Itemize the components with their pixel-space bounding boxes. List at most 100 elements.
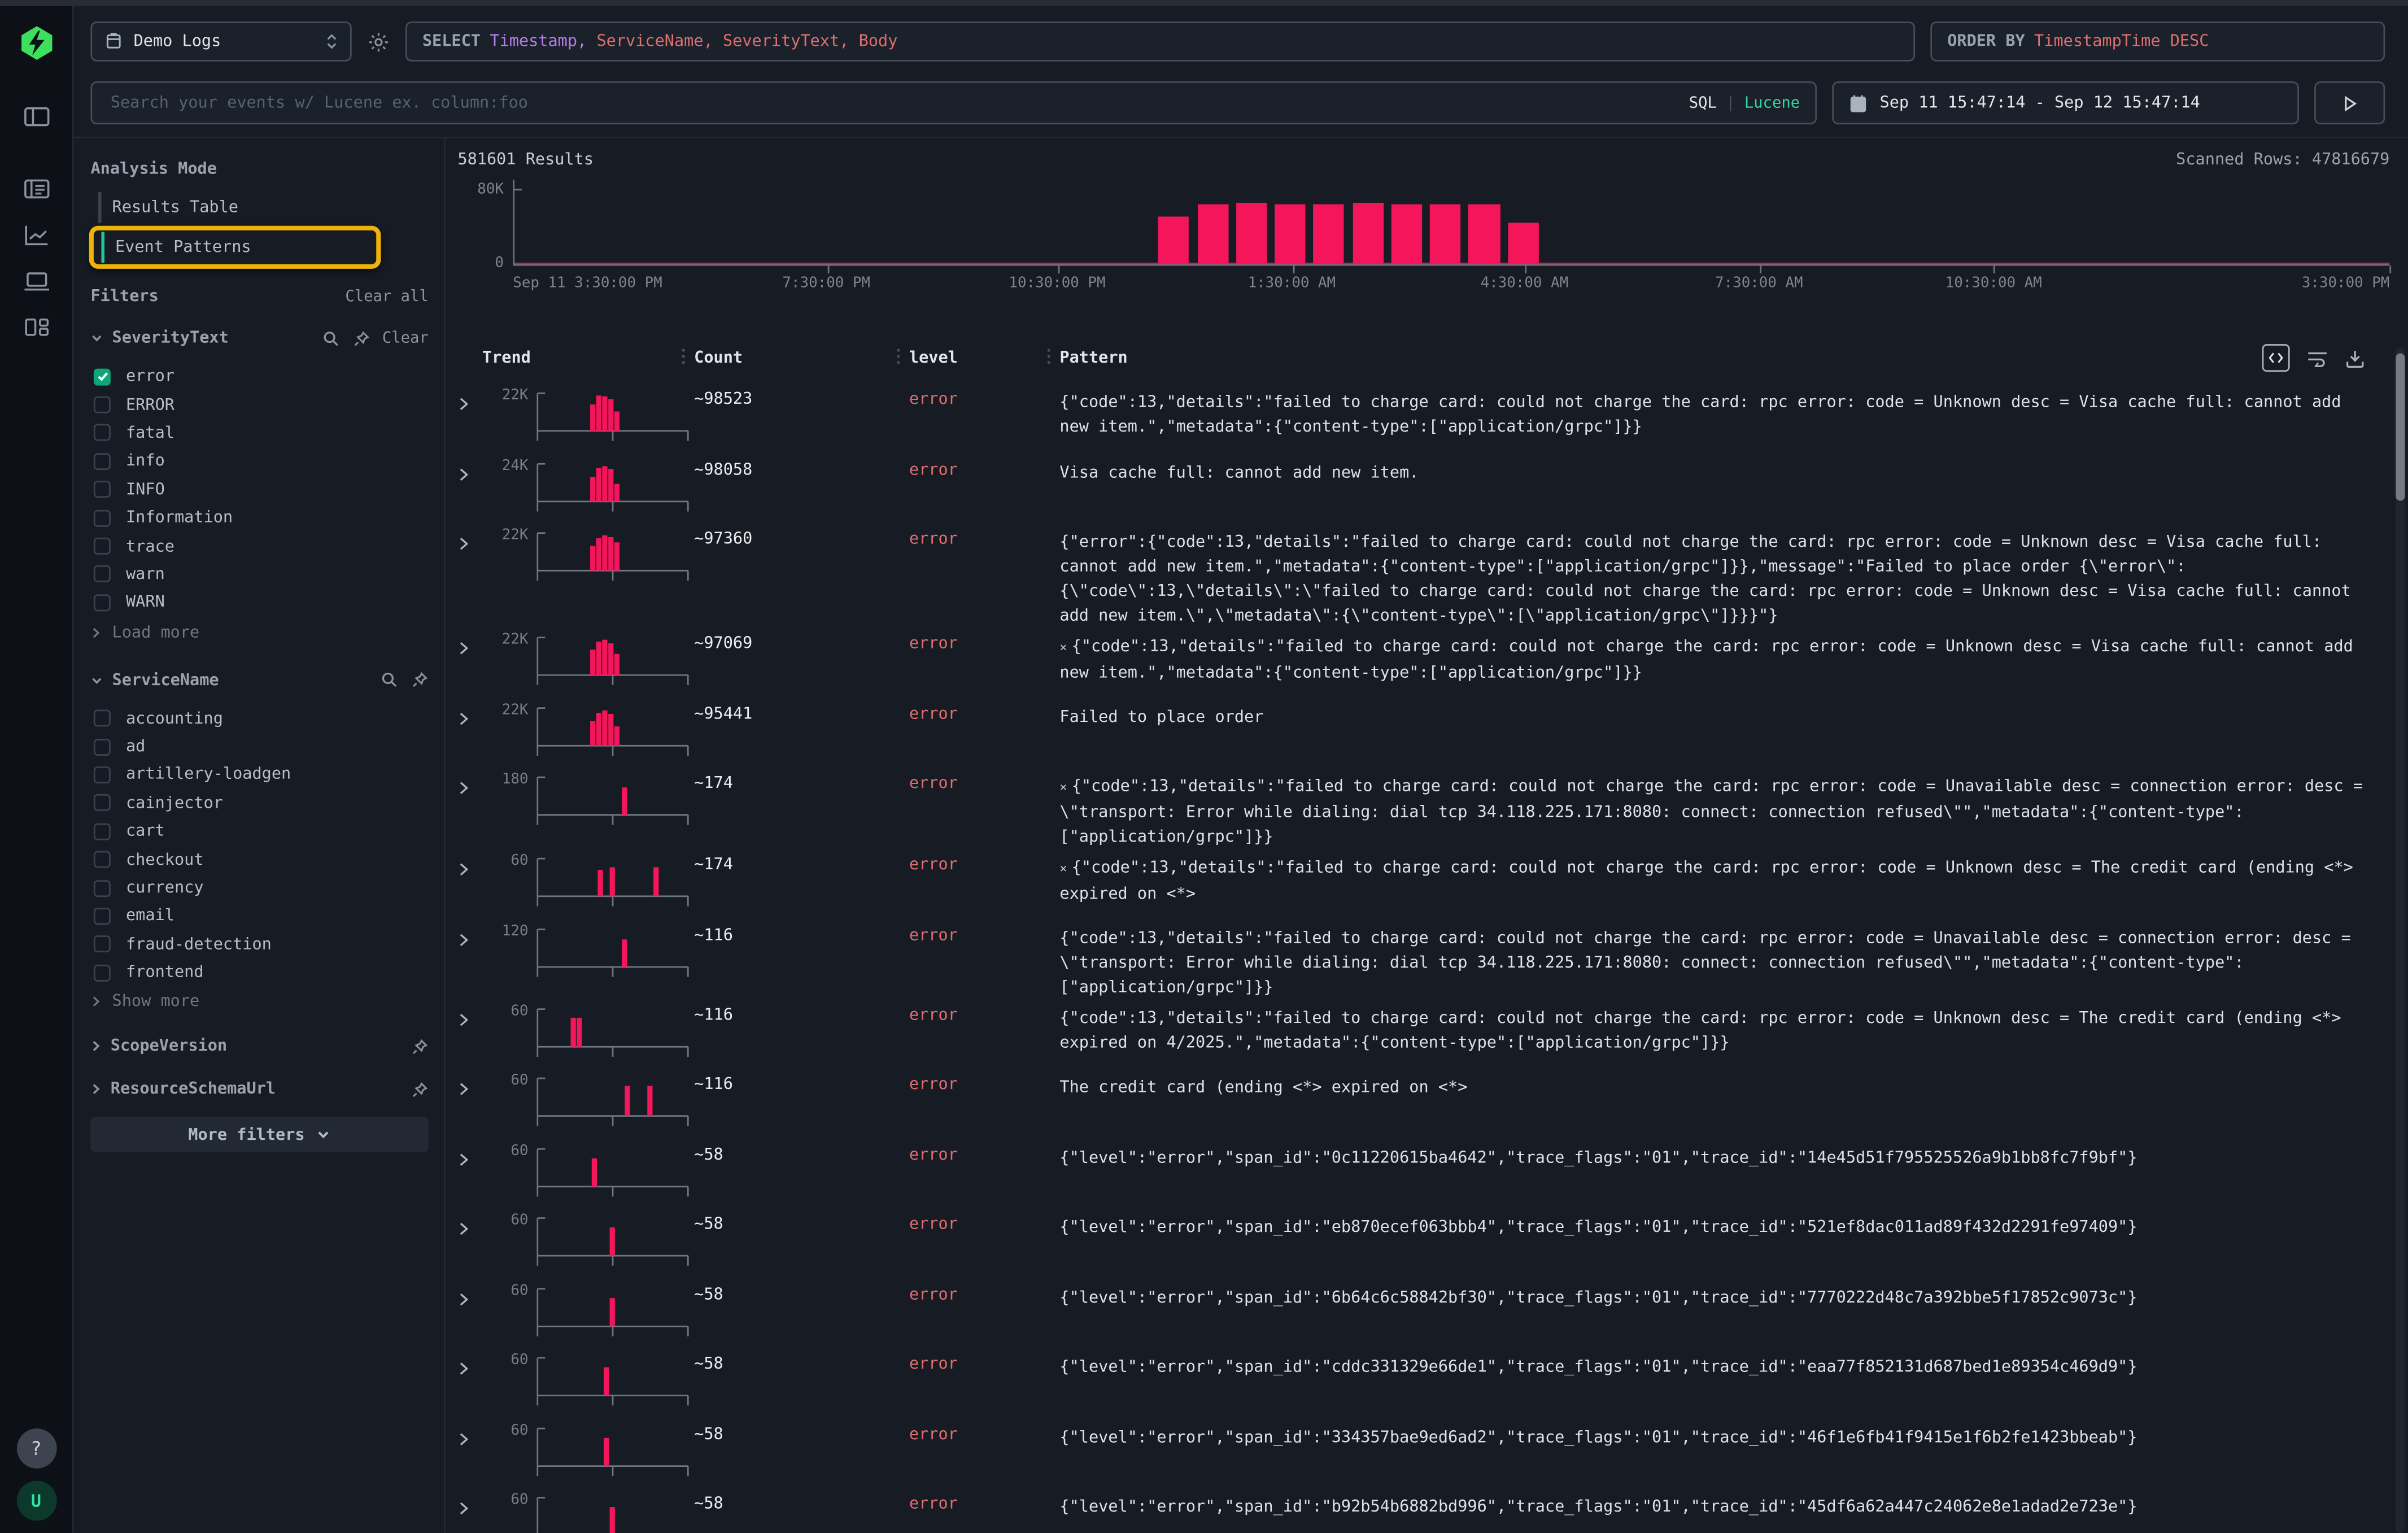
filter-group-severitytext[interactable]: SeverityText Clear (90, 326, 428, 351)
dashboards-icon[interactable] (21, 312, 51, 342)
hyperdx-logo-icon[interactable] (18, 25, 54, 62)
checkbox[interactable] (94, 766, 111, 783)
checkbox[interactable] (94, 738, 111, 755)
chevron-down-icon[interactable] (90, 332, 103, 344)
pattern-text[interactable]: Visa cache full: cannot add new item. (1059, 454, 2389, 485)
checkbox[interactable] (94, 509, 111, 526)
pattern-text[interactable]: {"code":13,"details":"failed to charge c… (1059, 920, 2389, 999)
column-header-count[interactable]: Count (694, 349, 909, 367)
help-button[interactable]: ? (16, 1429, 56, 1469)
pattern-text[interactable]: {"error":{"code":13,"details":"failed to… (1059, 524, 2389, 628)
search-icon[interactable] (322, 329, 339, 346)
checkbox[interactable] (94, 425, 111, 442)
filter-group-scopeversion[interactable]: ScopeVersion (90, 1034, 428, 1059)
filter-option-error[interactable]: error (94, 363, 429, 391)
histogram-bar[interactable] (1236, 203, 1267, 264)
pattern-text[interactable]: {"level":"error","span_id":"0c11220615ba… (1059, 1139, 2389, 1169)
search-bar[interactable]: SQL | Lucene (90, 81, 1817, 124)
pattern-text[interactable]: ×{"code":13,"details":"failed to charge … (1059, 628, 2389, 685)
scrollbar-thumb[interactable] (2396, 353, 2405, 500)
filter-option-info[interactable]: info (94, 447, 429, 476)
pattern-text[interactable]: {"level":"error","span_id":"b92b54b6882b… (1059, 1488, 2389, 1519)
histogram-bar[interactable] (1353, 203, 1383, 264)
checkbox[interactable] (94, 538, 111, 555)
clear-severity-button[interactable]: Clear (382, 329, 429, 346)
row-expand-chevron[interactable] (457, 454, 482, 482)
load-more-button[interactable]: Load more (90, 619, 428, 646)
source-select[interactable]: Demo Logs (90, 21, 351, 62)
filter-option-ERROR[interactable]: ERROR (94, 391, 429, 419)
column-header-level[interactable]: level (909, 349, 1060, 367)
checkbox[interactable] (94, 594, 111, 611)
pattern-text[interactable]: {"level":"error","span_id":"cddc331329e6… (1059, 1349, 2389, 1379)
chart-icon[interactable] (21, 220, 51, 250)
filter-option-fraud-detection[interactable]: fraud-detection (94, 930, 429, 959)
row-expand-chevron[interactable] (457, 850, 482, 877)
column-header-pattern[interactable]: Pattern (1059, 349, 2389, 367)
histogram-bar[interactable] (1508, 222, 1538, 264)
analysis-mode-results-table[interactable]: Results Table (90, 192, 428, 223)
pattern-text[interactable]: ×{"code":13,"details":"failed to charge … (1059, 768, 2389, 850)
logs-icon[interactable] (21, 173, 51, 204)
sessions-icon[interactable] (21, 265, 51, 296)
panel-toggle-icon[interactable] (21, 101, 51, 132)
row-expand-chevron[interactable] (457, 698, 482, 726)
pattern-text[interactable]: {"level":"error","span_id":"eb870ecef063… (1059, 1209, 2389, 1239)
checkbox[interactable] (94, 823, 111, 840)
mode-sql[interactable]: SQL (1689, 94, 1717, 111)
row-expand-chevron[interactable] (457, 1418, 482, 1446)
histogram-bar[interactable] (1430, 203, 1460, 264)
pattern-text[interactable]: {"level":"error","span_id":"334357bae9ed… (1059, 1418, 2389, 1449)
filter-option-WARN[interactable]: WARN (94, 589, 429, 617)
column-drag-handle[interactable] (1048, 349, 1050, 351)
wrap-lines-icon[interactable] (2307, 349, 2328, 367)
filter-option-warn[interactable]: warn (94, 560, 429, 589)
histogram-bar[interactable] (1314, 204, 1344, 264)
row-expand-chevron[interactable] (457, 1488, 482, 1516)
row-expand-chevron[interactable] (457, 999, 482, 1027)
row-expand-chevron[interactable] (457, 768, 482, 796)
checkbox[interactable] (94, 879, 111, 896)
checkbox[interactable] (94, 566, 111, 583)
row-expand-chevron[interactable] (457, 1279, 482, 1306)
gear-icon[interactable] (367, 30, 390, 53)
filter-option-ad[interactable]: ad (94, 733, 429, 761)
analysis-mode-event-patterns[interactable]: Event Patterns (94, 232, 376, 263)
search-input[interactable] (107, 92, 1689, 114)
filter-option-artillery-loadgen[interactable]: artillery-loadgen (94, 761, 429, 789)
checkbox[interactable] (94, 964, 111, 981)
select-query-input[interactable]: SELECT Timestamp, ServiceName, SeverityT… (405, 21, 1915, 62)
pin-icon[interactable] (412, 1081, 429, 1098)
filter-option-email[interactable]: email (94, 902, 429, 930)
row-expand-chevron[interactable] (457, 524, 482, 551)
filter-option-fatal[interactable]: fatal (94, 419, 429, 447)
chevron-right-icon[interactable] (90, 1040, 101, 1053)
checkbox[interactable] (94, 397, 111, 413)
filter-option-INFO[interactable]: INFO (94, 476, 429, 504)
histogram-plot[interactable] (513, 180, 2389, 265)
pattern-text[interactable]: The credit card (ending <*> expired on <… (1059, 1069, 2389, 1100)
filter-option-trace[interactable]: trace (94, 532, 429, 560)
order-by-input[interactable]: ORDER BY TimestampTime DESC (1930, 21, 2385, 62)
pattern-text[interactable]: {"level":"error","span_id":"6b64c6c58842… (1059, 1279, 2389, 1309)
checkbox[interactable] (94, 908, 111, 925)
checkbox[interactable] (94, 936, 111, 953)
column-header-trend[interactable]: Trend (482, 349, 694, 367)
filter-option-Information[interactable]: Information (94, 504, 429, 532)
checkbox[interactable] (94, 368, 111, 385)
mode-lucene[interactable]: Lucene (1744, 94, 1800, 111)
filter-option-checkout[interactable]: checkout (94, 846, 429, 874)
filter-group-servicename[interactable]: ServiceName (90, 668, 428, 693)
row-expand-chevron[interactable] (457, 1139, 482, 1166)
download-icon[interactable] (2345, 348, 2365, 368)
row-expand-chevron[interactable] (457, 628, 482, 656)
filter-option-cart[interactable]: cart (94, 817, 429, 846)
histogram-bar[interactable] (1197, 204, 1228, 264)
pattern-text[interactable]: ×{"code":13,"details":"failed to charge … (1059, 850, 2389, 907)
filter-option-cainjector[interactable]: cainjector (94, 789, 429, 817)
scrollbar-track[interactable] (2396, 347, 2405, 1533)
row-expand-chevron[interactable] (457, 920, 482, 947)
row-expand-chevron[interactable] (457, 1209, 482, 1236)
histogram-bar[interactable] (1158, 217, 1189, 264)
more-filters-button[interactable]: More filters (90, 1117, 428, 1153)
